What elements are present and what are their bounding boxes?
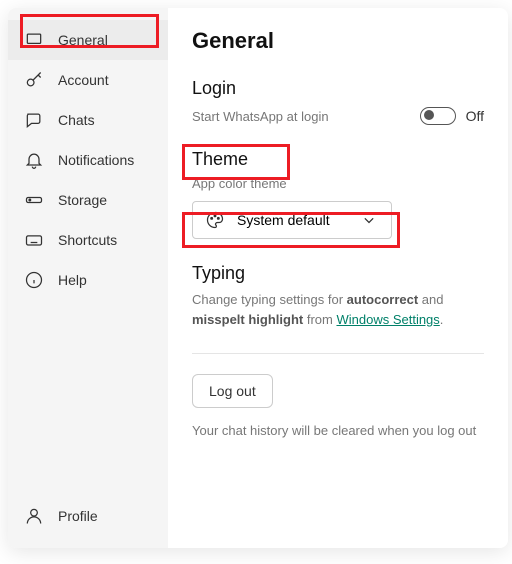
sidebar-item-account[interactable]: Account [8, 60, 168, 100]
page-title: General [192, 28, 484, 54]
theme-dropdown[interactable]: System default [192, 201, 392, 239]
bell-icon [24, 150, 44, 170]
sidebar-item-label: Profile [58, 508, 98, 524]
sidebar-footer: Profile [8, 496, 168, 548]
theme-selected: System default [237, 212, 330, 228]
typing-heading: Typing [192, 263, 484, 284]
toggle-state-label: Off [466, 108, 484, 124]
section-theme: Theme App color theme System default [192, 149, 484, 239]
sidebar-item-help[interactable]: Help [8, 260, 168, 300]
settings-window: General Account Chats Notifications Stor… [8, 8, 508, 548]
typing-bold-autocorrect: autocorrect [347, 292, 419, 307]
sidebar-item-label: Help [58, 272, 87, 288]
section-logout: Log out Your chat history will be cleare… [192, 374, 484, 440]
logout-note: Your chat history will be cleared when y… [192, 422, 484, 440]
sidebar-item-shortcuts[interactable]: Shortcuts [8, 220, 168, 260]
toggle-knob [424, 110, 434, 120]
palette-icon [205, 210, 225, 230]
sidebar-item-label: Notifications [58, 152, 134, 168]
chevron-down-icon [359, 210, 379, 230]
sidebar-item-label: Shortcuts [58, 232, 117, 248]
chat-icon [24, 110, 44, 130]
sidebar-items: General Account Chats Notifications Stor… [8, 20, 168, 496]
theme-heading: Theme [192, 149, 484, 170]
login-toggle[interactable] [420, 107, 456, 125]
main-panel: General Login Start WhatsApp at login Of… [168, 8, 508, 548]
sidebar-item-profile[interactable]: Profile [8, 496, 168, 536]
typing-bold-misspelt: misspelt highlight [192, 312, 303, 327]
logout-button[interactable]: Log out [192, 374, 273, 408]
key-icon [24, 70, 44, 90]
keyboard-icon [24, 230, 44, 250]
login-sub: Start WhatsApp at login [192, 109, 329, 124]
theme-sub: App color theme [192, 176, 484, 191]
sidebar-item-label: Chats [58, 112, 95, 128]
laptop-icon [24, 30, 44, 50]
typing-description: Change typing settings for autocorrect a… [192, 290, 484, 329]
sidebar-item-storage[interactable]: Storage [8, 180, 168, 220]
profile-icon [24, 506, 44, 526]
section-typing: Typing Change typing settings for autoco… [192, 263, 484, 329]
sidebar: General Account Chats Notifications Stor… [8, 8, 168, 548]
sidebar-item-general[interactable]: General [8, 20, 168, 60]
divider [192, 353, 484, 354]
sidebar-item-notifications[interactable]: Notifications [8, 140, 168, 180]
info-icon [24, 270, 44, 290]
section-login: Login Start WhatsApp at login Off [192, 78, 484, 125]
sidebar-item-label: General [58, 32, 108, 48]
sidebar-item-label: Storage [58, 192, 107, 208]
windows-settings-link[interactable]: Windows Settings [336, 312, 439, 327]
storage-icon [24, 190, 44, 210]
sidebar-item-label: Account [58, 72, 109, 88]
login-heading: Login [192, 78, 484, 99]
sidebar-item-chats[interactable]: Chats [8, 100, 168, 140]
